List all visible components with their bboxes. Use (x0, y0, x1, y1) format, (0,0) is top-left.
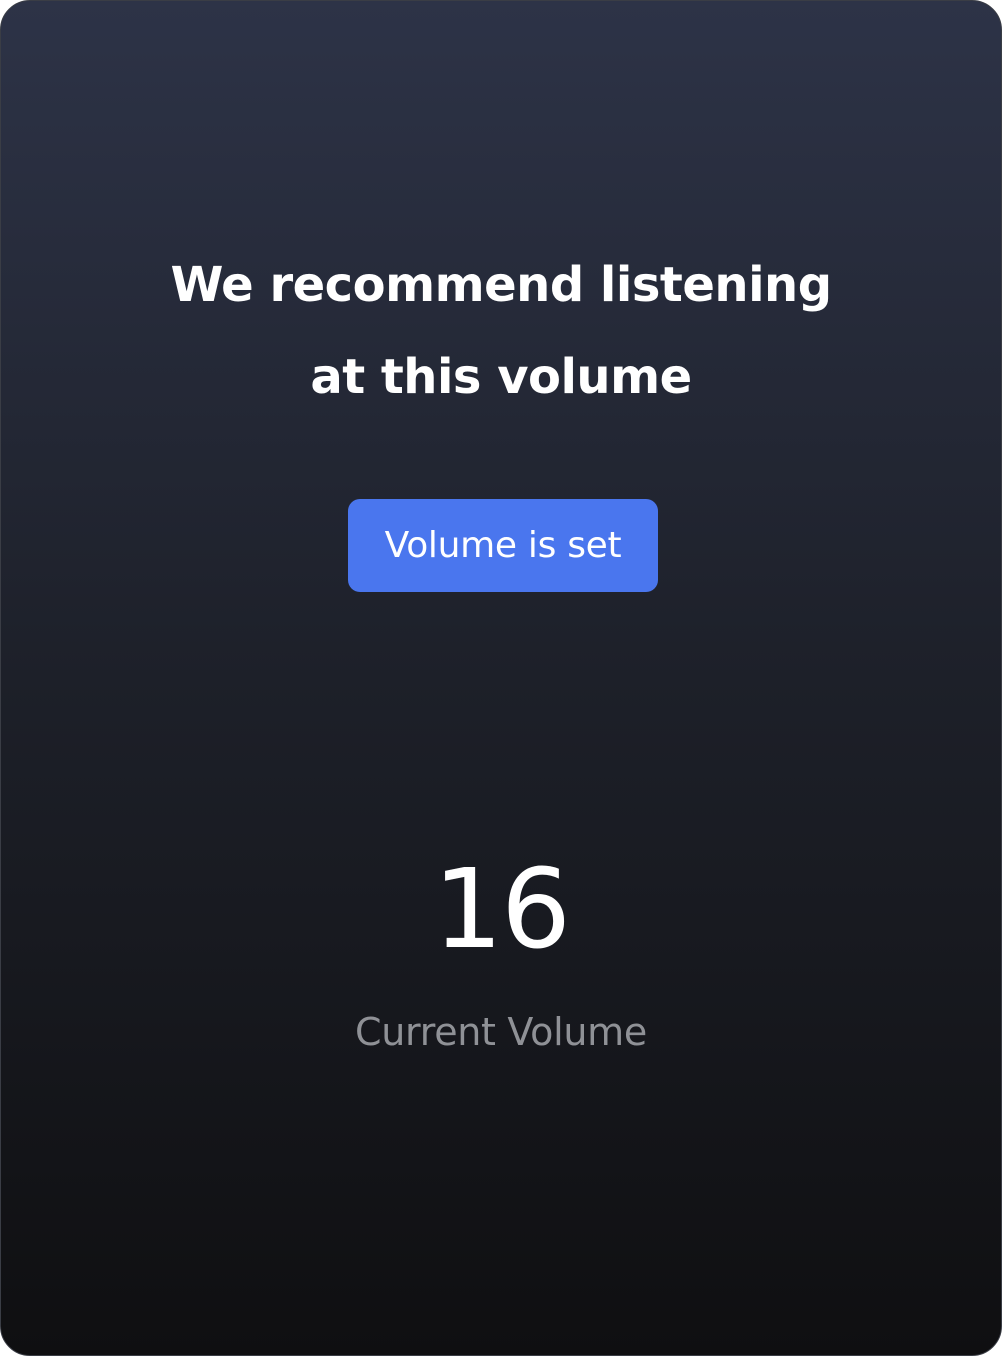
headline: We recommend listening at this volume (1, 239, 1001, 423)
headline-line-1: We recommend listening (170, 257, 832, 313)
current-volume-label: Current Volume (355, 1010, 647, 1054)
volume-panel: We recommend listening at this volume Vo… (0, 0, 1002, 1356)
volume-set-button[interactable]: Volume is set (348, 499, 658, 592)
current-volume-value: 16 (433, 845, 571, 973)
headline-line-2: at this volume (310, 349, 692, 405)
